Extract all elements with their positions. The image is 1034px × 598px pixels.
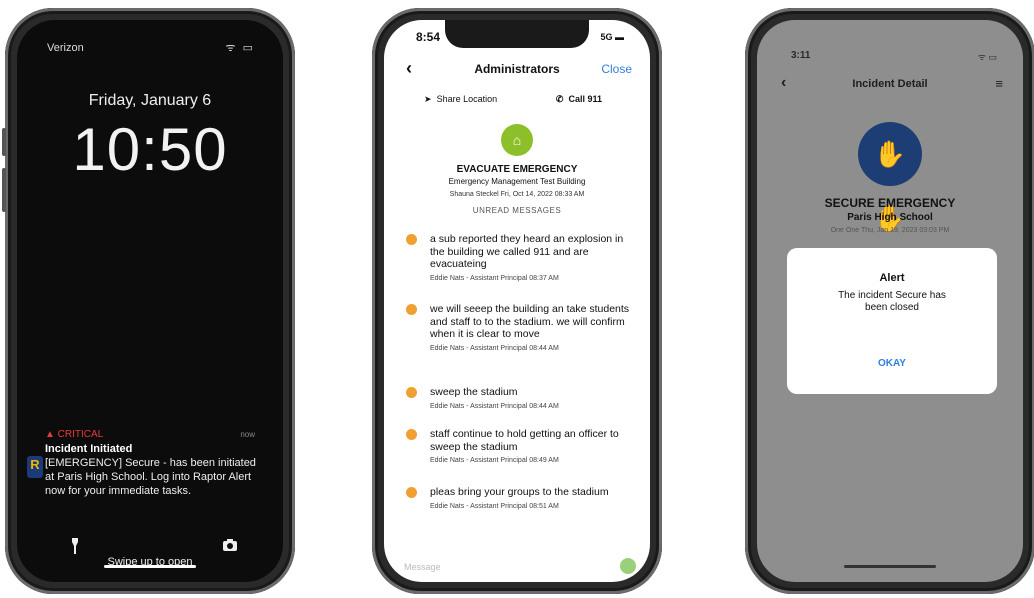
message-text: staff continue to hold getting an office… (430, 428, 619, 453)
status-icons: ᯤ ▭ (225, 42, 255, 54)
event-type: EVACUATE EMERGENCY (456, 164, 578, 175)
lockscreen: Verizon ᯤ ▭ Friday, January 6 10:50 R ▲ … (17, 20, 283, 582)
notification-time: now (240, 430, 255, 439)
call-label: Call 911 (568, 94, 602, 104)
sender-dot-icon (406, 304, 417, 315)
status-icons: ᯤ ▭ (977, 52, 997, 62)
message-item: a sub reported they heard an explosion i… (406, 233, 636, 285)
flashlight-icon[interactable] (71, 538, 79, 557)
send-icon[interactable] (620, 558, 636, 574)
status-time: 8:54 (416, 30, 441, 44)
camera-icon[interactable] (223, 538, 237, 554)
message-sender: Eddie Nats - Assistant Principal 08:51 A… (430, 502, 559, 510)
message-sender: Eddie Nats - Assistant Principal 08:44 A… (430, 402, 559, 410)
location-arrow-icon: ➤ (424, 94, 432, 104)
message-text: we will seeep the building an take stude… (430, 303, 630, 340)
lock-date: Friday, January 6 (88, 92, 212, 109)
side-button (2, 128, 6, 156)
phone-chat: 8:54 5G ▬ ‹ Administrators Close ➤ Share… (372, 8, 662, 594)
status-icons: 5G ▬ (600, 32, 624, 42)
event-meta: Shauna Steckel Fri, Oct 14, 2022 08:33 A… (449, 191, 585, 198)
home-indicator[interactable] (104, 565, 196, 568)
school-name: Paris High School (847, 212, 933, 223)
secure-hands-icon: ✋✋ (858, 122, 922, 233)
event-building: Emergency Management Test Building (448, 177, 586, 186)
notch (445, 20, 589, 48)
message-item: staff continue to hold getting an office… (406, 428, 636, 468)
message-item: we will seeep the building an take stude… (406, 303, 636, 355)
message-sender: Eddie Nats - Assistant Principal 08:37 A… (430, 274, 559, 282)
message-input[interactable]: Message (404, 562, 441, 572)
message-text: a sub reported they heard an explosion i… (430, 233, 624, 270)
call-911-button[interactable]: ✆ Call 911 (556, 94, 602, 105)
sender-dot-icon (406, 387, 417, 398)
sender-dot-icon (406, 487, 417, 498)
incident-screen: 3:11 ᯤ ▭ ‹ Incident Detail ≡ ✋✋ SECURE E… (757, 20, 1023, 582)
share-location-label: Share Location (436, 94, 498, 104)
incident-title: Incident Detail (852, 78, 928, 90)
critical-label: ▲ CRITICAL (45, 429, 104, 440)
event-meta: One One Thu, Jan 19, 2023 03:03 PM (830, 227, 950, 234)
alert-message: The incident Secure has been closed (838, 290, 946, 313)
notification-title: Incident Initiated (45, 443, 133, 455)
message-item: pleas bring your groups to the stadium E… (406, 486, 636, 513)
critical-notification[interactable]: R ▲ CRITICAL now Incident Initiated [EME… (27, 428, 265, 498)
evacuate-icon: ⌂ (501, 124, 533, 156)
message-sender: Eddie Nats - Assistant Principal 08:49 A… (430, 457, 559, 464)
message-text: sweep the stadium (430, 386, 518, 398)
status-time: 3:11 (791, 50, 811, 61)
message-text: pleas bring your groups to the stadium (430, 486, 609, 498)
okay-button[interactable]: OKAY (787, 358, 997, 369)
phone-lockscreen: Verizon ᯤ ▭ Friday, January 6 10:50 R ▲ … (2, 8, 295, 594)
share-location-button[interactable]: ➤ Share Location (424, 94, 497, 105)
carrier-label: Verizon (47, 42, 84, 54)
phone-incident: 3:11 ᯤ ▭ ‹ Incident Detail ≡ ✋✋ SECURE E… (745, 8, 1034, 594)
notification-body: [EMERGENCY] Secure - has been initiated … (45, 457, 256, 497)
chat-screen: 8:54 5G ▬ ‹ Administrators Close ➤ Share… (384, 20, 650, 582)
menu-icon[interactable]: ≡ (995, 76, 1003, 91)
raptor-app-icon: R (27, 456, 43, 478)
sender-dot-icon (406, 429, 417, 440)
lock-time: 10:50 (72, 116, 228, 183)
event-type: SECURE EMERGENCY (824, 196, 956, 210)
message-sender: Eddie Nats - Assistant Principal 08:44 A… (430, 344, 559, 352)
sender-dot-icon (406, 234, 417, 245)
home-indicator[interactable] (844, 565, 936, 568)
unread-divider: UNREAD MESSAGES (472, 206, 562, 215)
volume-button (2, 168, 6, 212)
phone-icon: ✆ (555, 94, 564, 104)
message-item: sweep the stadium Eddie Nats - Assistant… (406, 386, 636, 413)
alert-title: Alert (879, 272, 905, 284)
alert-dialog: Alert The incident Secure has been close… (787, 248, 997, 394)
close-button[interactable]: Close (601, 62, 632, 76)
